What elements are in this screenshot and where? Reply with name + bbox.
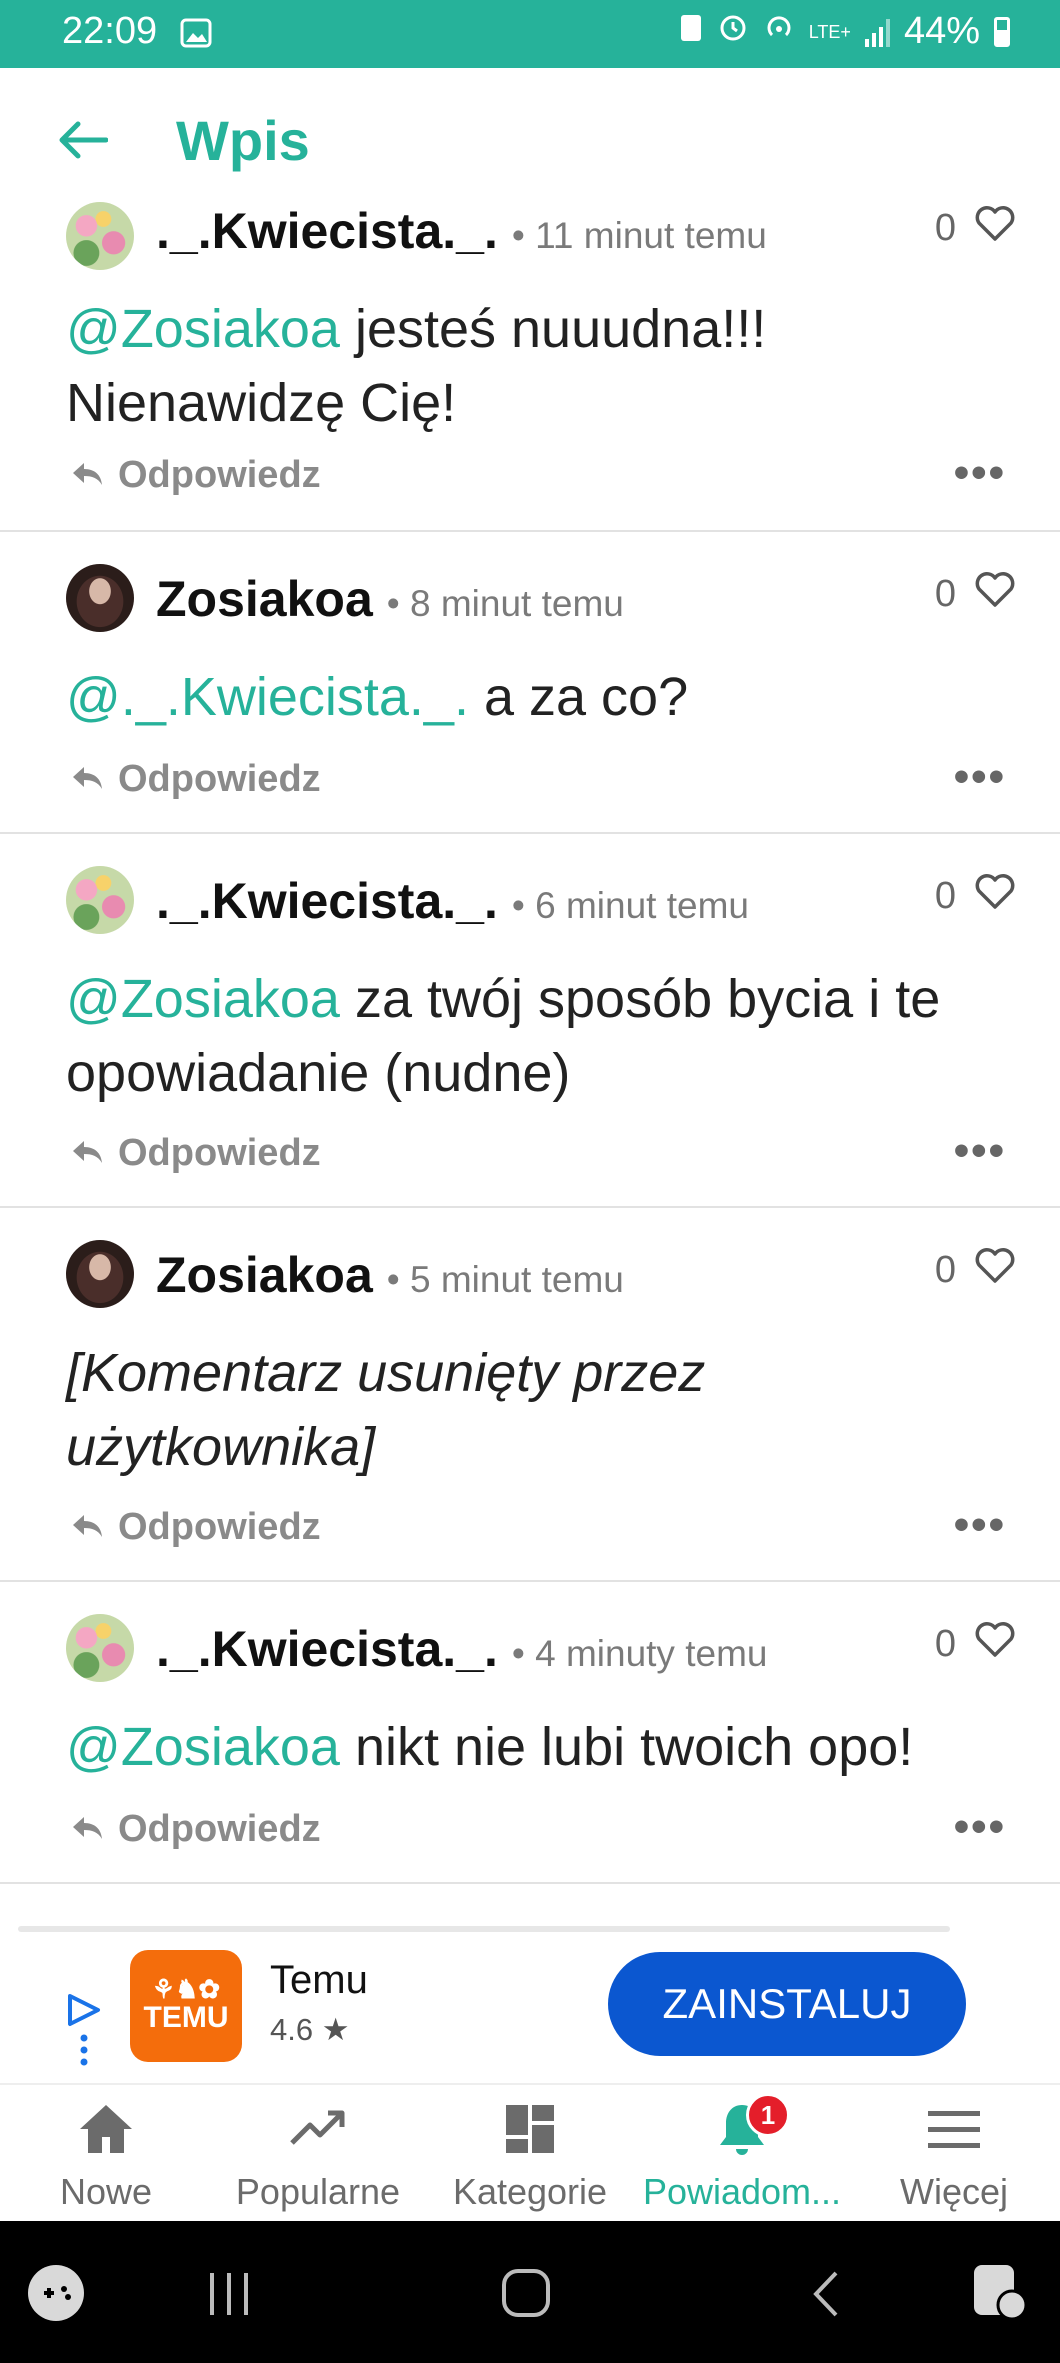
heart-icon[interactable] xyxy=(974,570,1016,618)
alarm-icon xyxy=(717,10,749,53)
battery-level: 44% xyxy=(903,10,980,52)
gallery-icon xyxy=(180,18,212,53)
reply-button[interactable]: Odpowiedz xyxy=(70,454,321,497)
more-options-icon[interactable]: ••• xyxy=(954,1126,1006,1176)
comment-item: Zosiakoa • 8 minut temu 0 @._.Kwiecista._… xyxy=(0,530,1060,834)
nav-item-wiecej[interactable]: Więcej xyxy=(848,2085,1060,2223)
temu-logo[interactable]: ⚘♞✿ TEMU xyxy=(130,1950,242,2062)
heart-icon[interactable] xyxy=(974,872,1016,920)
like-count: 0 xyxy=(934,572,956,615)
reply-icon xyxy=(70,1132,104,1175)
reply-icon xyxy=(70,1506,104,1549)
comment-item: ._.Kwiecista._. • 4 minuty temu 0 @Zosiak… xyxy=(0,1580,1060,1884)
mention-link[interactable]: @._.Kwiecista._. xyxy=(66,667,469,727)
comment-author[interactable]: Zosiakoa xyxy=(156,571,373,627)
system-nav-bar xyxy=(0,2221,1060,2363)
home-button[interactable] xyxy=(500,2267,552,2324)
back-arrow-icon[interactable] xyxy=(56,120,109,160)
status-time: 22:09 xyxy=(62,10,158,52)
mention-link[interactable]: @Zosiakoa xyxy=(66,299,340,359)
network-type: LTE+ xyxy=(808,21,851,42)
comment-author[interactable]: Zosiakoa xyxy=(156,1247,373,1303)
comment-time: 11 minut temu xyxy=(535,215,767,256)
comment-text: @Zosiakoa nikt nie lubi twoich opo! xyxy=(66,1717,914,1777)
comment-text: @._.Kwiecista._. a za co? xyxy=(66,667,689,727)
more-options-icon[interactable]: ••• xyxy=(954,1500,1006,1550)
nav-item-powiadomienia[interactable]: 1 Powiadom... xyxy=(636,2085,848,2223)
battery-icon xyxy=(994,16,1010,47)
comment-time: 8 minut temu xyxy=(409,583,624,624)
status-icons: LTE+ 44% xyxy=(679,10,1010,53)
notification-badge: 1 xyxy=(746,2093,790,2137)
comment-item: Zosiakoa • 5 minut temu 0 [Komentarz usun… xyxy=(0,1206,1060,1582)
comment-item: ._.Kwiecista._. • 11 minut temu 0 @Zosiak… xyxy=(0,196,1060,532)
comment-time: 6 minut temu xyxy=(535,885,749,926)
ad-app-name[interactable]: Temu xyxy=(270,1958,368,2003)
accessibility-lock-icon[interactable] xyxy=(968,2261,1032,2328)
lock-app-icon xyxy=(679,10,703,53)
comment-author[interactable]: ._.Kwiecista._. xyxy=(156,203,498,259)
hotspot-icon xyxy=(763,10,795,53)
bottom-nav: Nowe Popularne Kategorie 1 Powiadom... W… xyxy=(0,2083,1060,2223)
avatar[interactable] xyxy=(66,1240,134,1308)
comment-author[interactable]: ._.Kwiecista._. xyxy=(156,1621,498,1677)
nav-item-nowe[interactable]: Nowe xyxy=(0,2085,212,2223)
mention-link[interactable]: @Zosiakoa xyxy=(66,1717,340,1777)
reply-icon xyxy=(70,1808,104,1851)
mention-link[interactable]: @Zosiakoa xyxy=(66,969,340,1029)
avatar[interactable] xyxy=(66,866,134,934)
trending-icon xyxy=(288,2099,348,2159)
game-launcher-icon[interactable] xyxy=(26,2263,86,2328)
comment-text: @Zosiakoa jesteś nuuudna!!! Nienawidzę C… xyxy=(66,299,767,433)
install-button[interactable]: ZAINSTALUJ xyxy=(608,1952,966,2056)
more-options-icon[interactable]: ••• xyxy=(954,448,1006,498)
like-count: 0 xyxy=(934,874,956,917)
menu-icon xyxy=(924,2099,984,2159)
comment-text: @Zosiakoa za twój sposób bycia i te opow… xyxy=(66,969,941,1103)
reply-button[interactable]: Odpowiedz xyxy=(70,1808,321,1851)
app-bar: Wpis xyxy=(0,68,1060,208)
heart-icon[interactable] xyxy=(974,1620,1016,1668)
heart-icon[interactable] xyxy=(974,204,1016,252)
categories-icon xyxy=(500,2099,560,2159)
avatar[interactable] xyxy=(66,202,134,270)
signal-icon xyxy=(864,17,890,47)
status-bar: 22:09 LTE+ 44% xyxy=(0,0,1060,68)
more-options-icon[interactable]: ••• xyxy=(954,1802,1006,1852)
comment-author[interactable]: ._.Kwiecista._. xyxy=(156,873,498,929)
like-count: 0 xyxy=(934,1248,956,1291)
ad-rating: 4.6 ★ xyxy=(270,2012,350,2047)
comment-time: 5 minut temu xyxy=(409,1259,624,1300)
avatar[interactable] xyxy=(66,1614,134,1682)
more-options-icon[interactable]: ••• xyxy=(954,752,1006,802)
page-title: Wpis xyxy=(176,109,310,172)
reply-button[interactable]: Odpowiedz xyxy=(70,758,321,801)
deleted-comment-text: [Komentarz usunięty przez użytkownika] xyxy=(66,1343,706,1477)
back-button[interactable] xyxy=(808,2269,844,2324)
avatar[interactable] xyxy=(66,564,134,632)
like-count: 0 xyxy=(934,1622,956,1665)
home-icon xyxy=(76,2099,136,2159)
ad-choices-icon[interactable] xyxy=(64,1992,104,2066)
comment-time: 4 minuty temu xyxy=(535,1633,768,1674)
recent-apps-button[interactable] xyxy=(206,2269,252,2324)
heart-icon[interactable] xyxy=(974,1246,1016,1294)
nav-item-popularne[interactable]: Popularne xyxy=(212,2085,424,2223)
ad-divider xyxy=(18,1926,950,1932)
reply-icon xyxy=(70,758,104,801)
nav-item-kategorie[interactable]: Kategorie xyxy=(424,2085,636,2223)
like-count: 0 xyxy=(934,206,956,249)
reply-icon xyxy=(70,454,104,497)
reply-button[interactable]: Odpowiedz xyxy=(70,1506,321,1549)
comment-item: ._.Kwiecista._. • 6 minut temu 0 @Zosiako… xyxy=(0,832,1060,1208)
reply-button[interactable]: Odpowiedz xyxy=(70,1132,321,1175)
